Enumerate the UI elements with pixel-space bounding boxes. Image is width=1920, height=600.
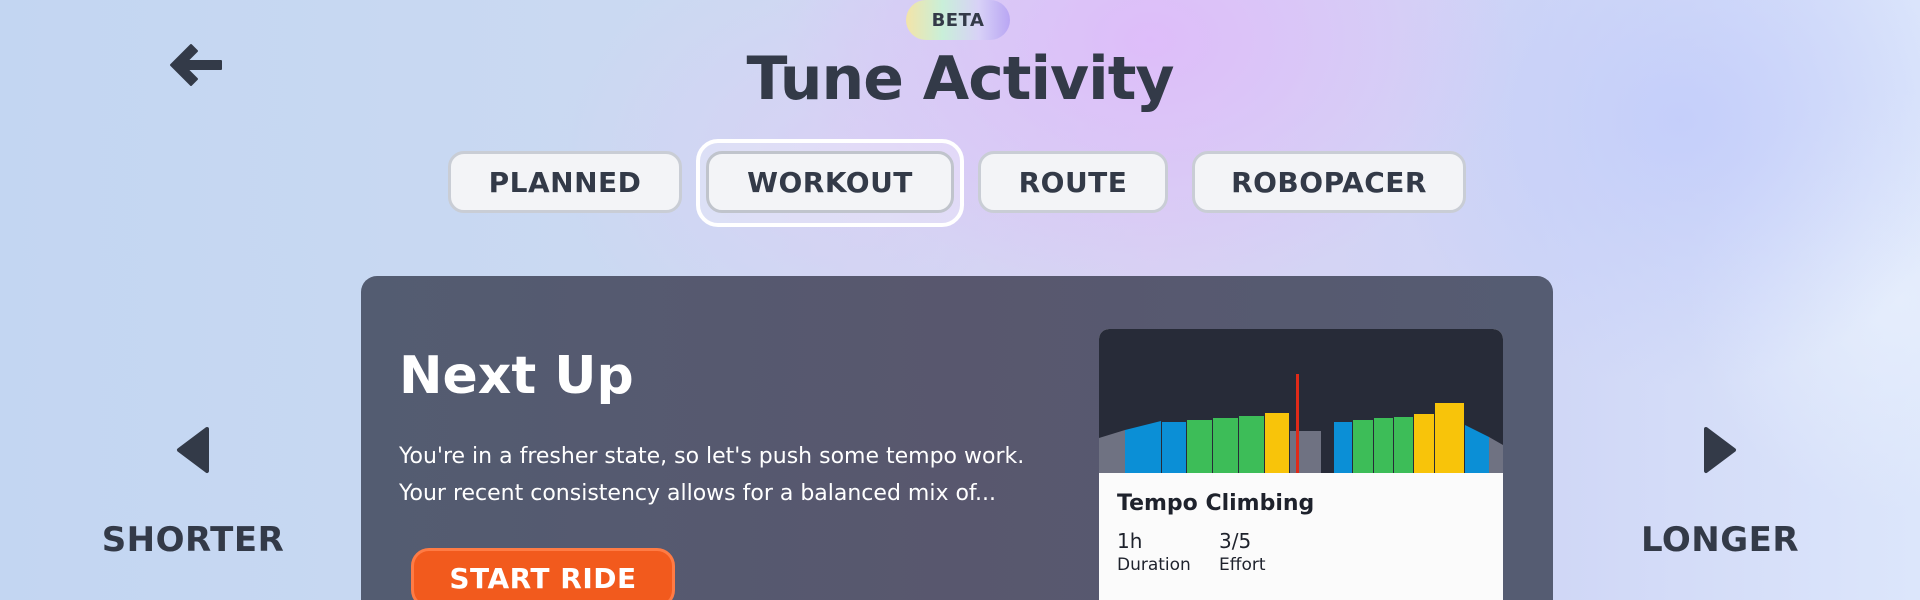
profile-segment: [1489, 437, 1503, 473]
workout-profile-graph: [1099, 329, 1503, 473]
triangle-left-icon: [177, 427, 209, 473]
profile-segment: [1334, 422, 1352, 473]
description-line-1: You're in a fresher state, so let's push…: [399, 444, 1025, 469]
tab-workout[interactable]: WORKOUT: [706, 151, 954, 213]
tab-robopacer[interactable]: ROBOPACER: [1192, 151, 1466, 213]
profile-segment: [1435, 403, 1464, 473]
next-up-description: You're in a fresher state, so let's push…: [399, 438, 1059, 512]
effort-stat: 3/5 Effort: [1219, 529, 1266, 575]
profile-segment: [1265, 413, 1289, 473]
workout-preview-card[interactable]: Tempo Climbing 1h Duration 3/5 Effort: [1099, 329, 1503, 600]
shorter-button[interactable]: SHORTER: [93, 420, 293, 560]
page-title: Tune Activity: [746, 44, 1174, 114]
duration-stat: 1h Duration: [1117, 529, 1191, 575]
next-up-title: Next Up: [399, 346, 634, 406]
profile-segment: [1099, 430, 1125, 473]
progress-marker: [1296, 374, 1299, 473]
duration-value: 1h: [1117, 529, 1143, 553]
effort-label: Effort: [1219, 555, 1266, 575]
longer-button[interactable]: LONGER: [1620, 420, 1820, 560]
duration-label: Duration: [1117, 555, 1191, 575]
profile-segment: [1187, 420, 1212, 473]
profile-segment: [1213, 418, 1238, 473]
profile-segment: [1353, 420, 1373, 473]
shorter-label: SHORTER: [101, 520, 285, 560]
workout-name: Tempo Climbing: [1117, 491, 1315, 516]
beta-badge: BETA: [906, 0, 1010, 40]
profile-segment: [1465, 425, 1489, 473]
effort-value: 3/5: [1219, 529, 1252, 553]
profile-segment: [1290, 431, 1321, 473]
profile-segment: [1394, 417, 1413, 473]
profile-segment: [1374, 418, 1393, 473]
tab-planned[interactable]: PLANNED: [448, 151, 682, 213]
triangle-right-icon: [1704, 427, 1736, 473]
description-line-2: Your recent consistency allows for a bal…: [399, 481, 997, 506]
profile-segment: [1414, 414, 1434, 473]
longer-label: LONGER: [1640, 520, 1800, 560]
start-ride-button[interactable]: START RIDE: [411, 548, 675, 600]
tab-route[interactable]: ROUTE: [978, 151, 1168, 213]
profile-segment: [1125, 421, 1161, 473]
profile-segment: [1162, 422, 1186, 473]
next-up-card: Next Up You're in a fresher state, so le…: [361, 276, 1553, 600]
profile-segment: [1239, 416, 1264, 473]
